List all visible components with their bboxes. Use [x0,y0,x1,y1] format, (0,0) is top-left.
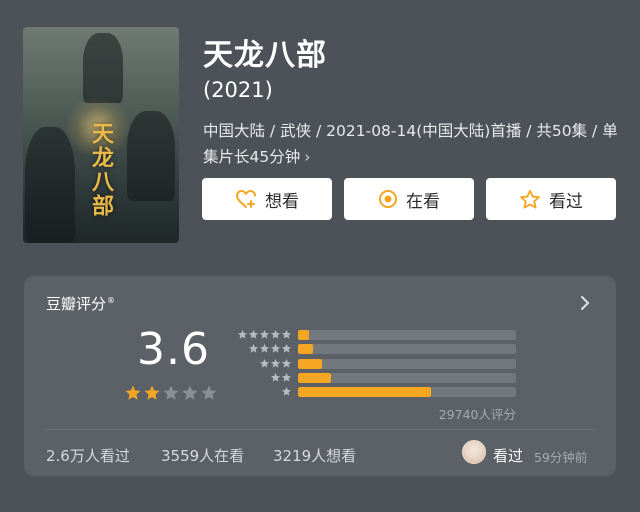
small-star-icon [248,329,259,339]
poster-figure-right [127,111,175,201]
want-button[interactable]: 想看 [202,178,332,220]
distribution-stars [234,329,292,340]
page-title: 天龙八部 [203,38,327,73]
star-empty-icon [163,385,179,400]
divider [46,429,594,430]
small-star-icon [281,329,292,339]
distribution-track [298,358,516,369]
movie-meta[interactable]: 中国大陆 / 武侠 / 2021-08-14(中国大陆)首播 / 共50集 / … [203,118,618,170]
stat-watched[interactable]: 2.6万人看过 [46,445,130,466]
vote-count[interactable]: 29740人评分 [439,404,516,423]
star-outline-icon [520,189,540,209]
small-star-icon [281,372,292,382]
distribution-track [298,344,516,355]
star-filled-icon [125,385,141,400]
watched-button[interactable]: 看过 [486,178,616,220]
release-year: (2021) [203,78,273,102]
rating-title: 豆瓣评分® [46,293,115,314]
distribution-row-1-star [234,386,516,398]
distribution-track [298,372,516,383]
star-empty-icon [182,385,198,400]
distribution-bar [298,344,314,355]
poster-title: 天龙八部 [88,122,114,218]
distribution-row-5-star [234,329,516,341]
distribution-track [298,330,516,340]
small-star-icon [259,344,270,353]
distribution-bar [298,372,331,383]
score-stars [124,384,218,402]
distribution-bar [298,358,322,369]
watching-label: 在看 [406,191,440,212]
watched-label: 看过 [549,191,583,212]
small-star-icon [270,358,281,368]
want-label: 想看 [265,191,299,212]
distribution-stars [234,372,292,383]
user-status: 看过 [493,447,524,465]
user-status-time: 59分钟前 [534,450,588,465]
distribution-stars [234,358,292,369]
distribution-bar [298,387,431,398]
distribution-row-3-star [234,358,516,370]
stat-watching[interactable]: 3559人在看 [161,445,244,466]
rating-card[interactable]: 豆瓣评分® 3.6 29740人评分 2.6万人看过 3559人在看 3219人… [24,276,616,476]
distribution-row-2-star [234,372,516,384]
rating-label: 豆瓣评分 [46,295,107,313]
watching-button[interactable]: 在看 [344,178,474,220]
small-star-icon [248,344,259,353]
heart-plus-icon [235,189,256,208]
small-star-icon [237,329,248,339]
distribution-track [298,387,516,398]
small-star-icon [281,344,292,353]
distribution-bar [298,330,309,340]
poster-figure-left [25,127,75,243]
small-star-icon [281,358,292,368]
meta-text: 中国大陆 / 武侠 / 2021-08-14(中国大陆)首播 / 共50集 / … [203,122,618,166]
registered-mark: ® [107,296,116,305]
small-star-icon [270,344,281,353]
rating-score: 3.6 [137,324,210,375]
small-star-icon [259,358,270,368]
stat-want[interactable]: 3219人想看 [273,445,356,466]
avatar[interactable] [462,440,486,464]
small-star-icon [270,372,281,382]
star-filled-icon [144,385,160,400]
small-star-icon [259,329,270,339]
chevron-right-icon: › [304,148,311,166]
eye-circle-icon [379,190,397,208]
chevron-right-icon[interactable] [580,295,590,311]
small-star-icon [281,387,292,396]
distribution-row-4-star [234,343,516,355]
poster-image[interactable]: 天龙八部 [23,27,179,243]
distribution-stars [234,386,292,397]
small-star-icon [270,329,281,339]
star-empty-icon [201,385,217,400]
distribution-stars [234,343,292,354]
poster-figure-top [83,33,123,103]
